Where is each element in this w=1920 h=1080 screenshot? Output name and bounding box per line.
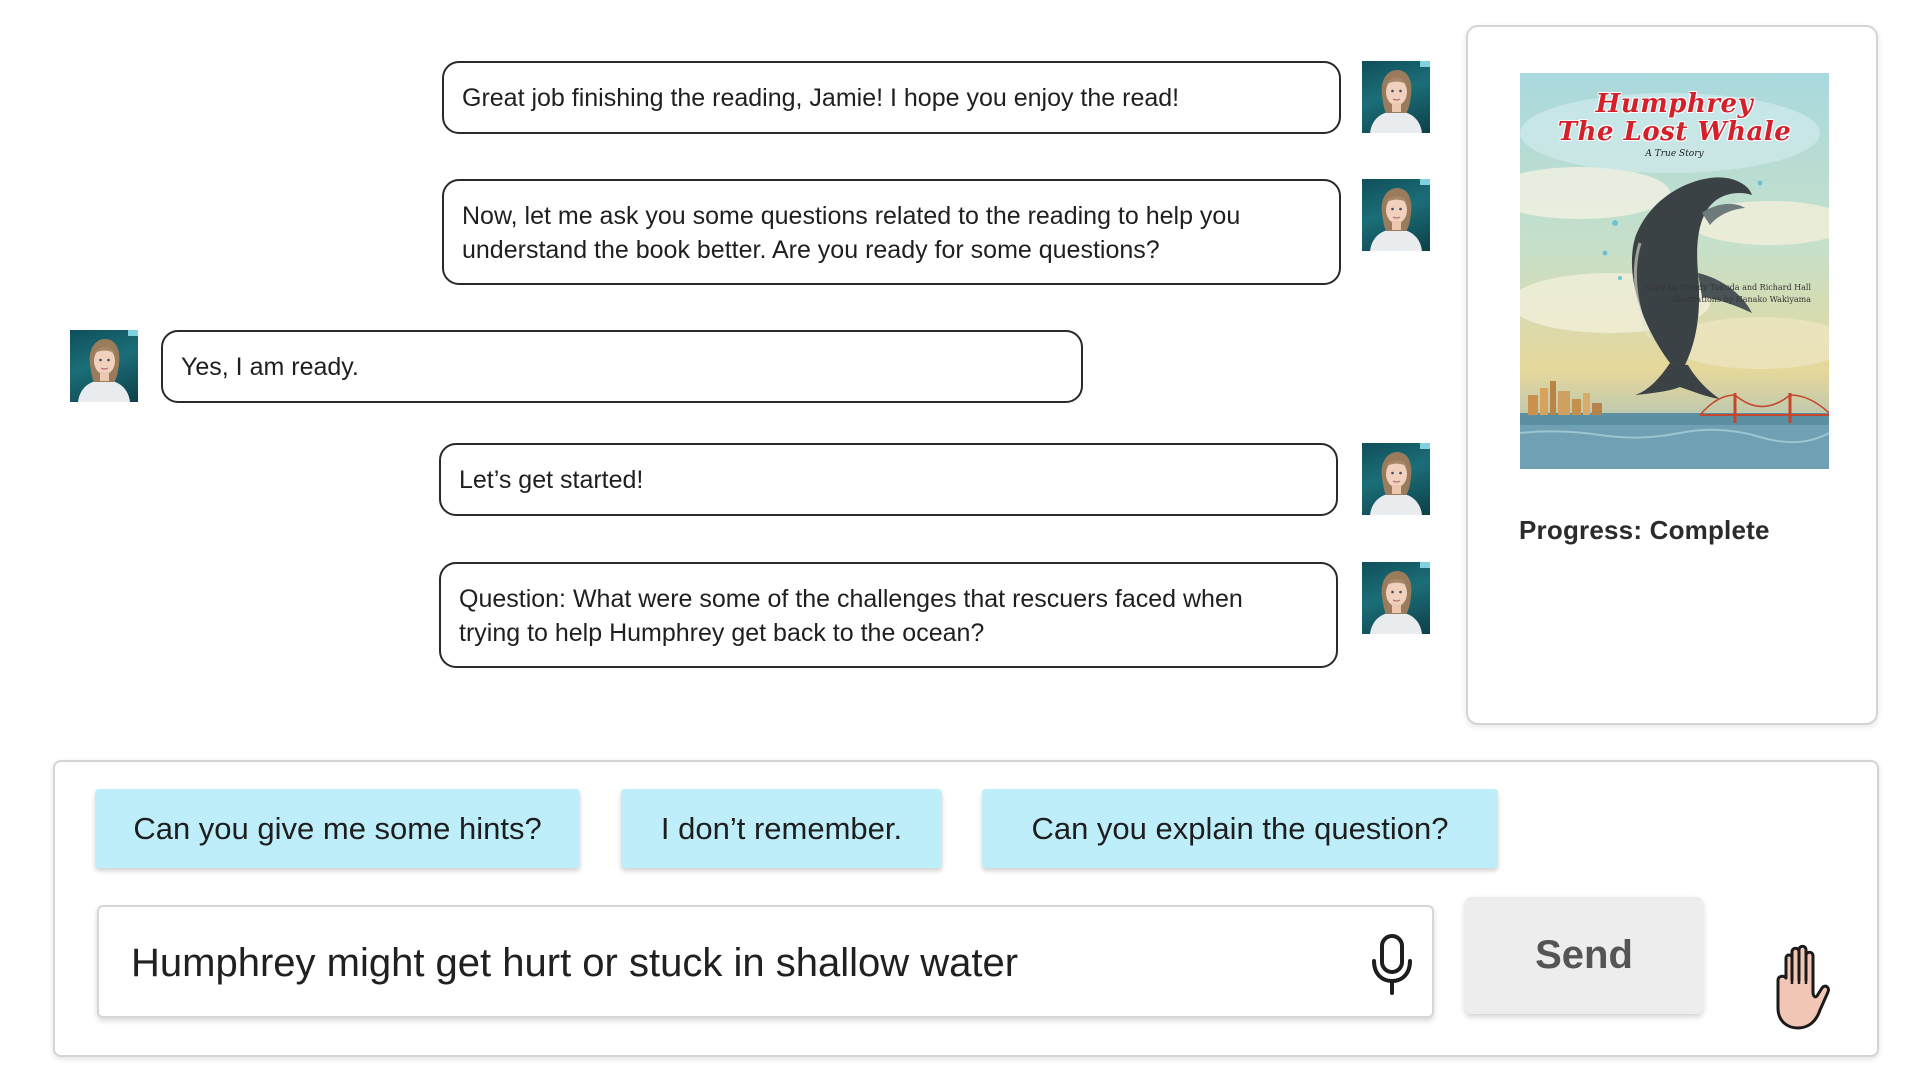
tutor-avatar bbox=[1362, 61, 1430, 133]
message-text: Great job finishing the reading, Jamie! … bbox=[462, 84, 1180, 112]
student-avatar bbox=[70, 330, 138, 402]
cover-title-line: The Lost Whale bbox=[1557, 117, 1792, 147]
suggestion-chip-dont-remember[interactable]: I don’t remember. bbox=[621, 789, 942, 868]
cover-subtitle: A True Story bbox=[1645, 149, 1704, 159]
book-panel: Humphrey The Lost Whale A True Story sto… bbox=[1466, 25, 1878, 725]
message-text: Yes, I am ready. bbox=[181, 353, 359, 381]
message-text: Let’s get started! bbox=[459, 466, 644, 494]
answer-input[interactable]: Humphrey might get hurt or stuck in shal… bbox=[97, 905, 1434, 1018]
message-text-line: understand the book better. Are you read… bbox=[462, 236, 1160, 264]
student-message: Yes, I am ready. bbox=[161, 330, 1083, 403]
message-text-line: Now, let me ask you some questions relat… bbox=[462, 202, 1241, 230]
tutor-message: Great job finishing the reading, Jamie! … bbox=[442, 61, 1341, 134]
send-button[interactable]: Send bbox=[1465, 897, 1703, 1014]
answer-input-text[interactable]: Humphrey might get hurt or stuck in shal… bbox=[131, 940, 1018, 986]
suggestion-chip-hints[interactable]: Can you give me some hints? bbox=[95, 789, 580, 868]
progress-status: Progress: Complete bbox=[1519, 515, 1770, 545]
response-panel: Can you give me some hints? I don’t reme… bbox=[53, 760, 1879, 1057]
cover-title-line: Humphrey bbox=[1595, 89, 1754, 119]
tutor-avatar bbox=[1362, 562, 1430, 634]
cover-credit: illustrations by Hanako Wakiyama bbox=[1672, 295, 1811, 304]
raise-hand-icon[interactable] bbox=[1766, 944, 1834, 1032]
tutor-message: Now, let me ask you some questions relat… bbox=[442, 179, 1341, 285]
microphone-icon[interactable] bbox=[1369, 934, 1415, 996]
book-cover[interactable]: Humphrey The Lost Whale A True Story sto… bbox=[1520, 73, 1829, 469]
tutor-avatar bbox=[1362, 443, 1430, 515]
suggestion-chip-explain-question[interactable]: Can you explain the question? bbox=[982, 789, 1498, 868]
tutor-question-message: Question: What were some of the challeng… bbox=[439, 562, 1338, 668]
tutor-chat-screen: Great job finishing the reading, Jamie! … bbox=[0, 0, 1920, 1080]
tutor-avatar bbox=[1362, 179, 1430, 251]
message-text-line: Question: What were some of the challeng… bbox=[459, 585, 1243, 613]
message-text-line: trying to help Humphrey get back to the … bbox=[459, 619, 985, 647]
tutor-message: Let’s get started! bbox=[439, 443, 1338, 516]
cover-credit: story by Wendy Tokuda and Richard Hall bbox=[1645, 283, 1811, 292]
